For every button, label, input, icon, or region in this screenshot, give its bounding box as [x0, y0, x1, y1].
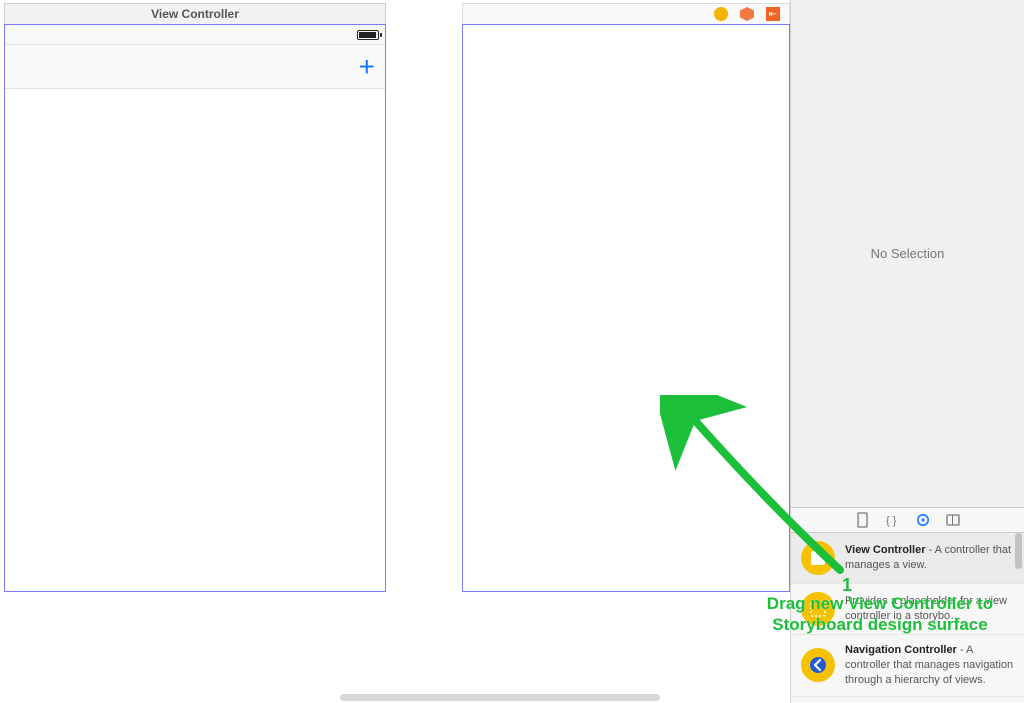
library-tab-bar: { } — [791, 507, 1024, 533]
annotation-text: Drag new View Controller to Storyboard d… — [730, 593, 1024, 636]
storyboard-canvas[interactable]: View Controller + ⇤ — [0, 0, 790, 703]
scene-header-icons[interactable]: ⇤ — [462, 3, 790, 24]
battery-icon — [357, 30, 379, 40]
navigation-controller-icon — [801, 648, 835, 682]
first-responder-icon[interactable] — [713, 6, 729, 22]
storyboard-exit-icon[interactable]: ⇤ — [765, 6, 781, 22]
scene-title: View Controller — [151, 7, 239, 21]
view-controller-scene-1[interactable]: + — [4, 24, 386, 592]
file-template-library-tab[interactable] — [855, 512, 871, 528]
inspector-empty-label: No Selection — [871, 246, 945, 261]
horizontal-scrollbar[interactable] — [340, 694, 660, 701]
status-bar — [5, 25, 385, 45]
library-item-text: View Controller - A controller that mana… — [845, 543, 1014, 573]
library-item-text: Navigation Controller - A controller tha… — [845, 643, 1014, 688]
library-item-title: View Controller — [845, 544, 925, 556]
object-library-tab[interactable] — [915, 512, 931, 528]
view-controller-icon — [801, 541, 835, 575]
inspector-area: No Selection — [791, 0, 1024, 507]
media-library-tab[interactable] — [945, 512, 961, 528]
view-controller-scene-2[interactable] — [462, 24, 790, 592]
library-scrollbar[interactable] — [1015, 533, 1022, 569]
svg-text:{ }: { } — [886, 515, 897, 527]
library-item-view-controller[interactable]: View Controller - A controller that mana… — [791, 533, 1024, 584]
add-bar-button[interactable]: + — [359, 53, 375, 81]
navigation-bar: + — [5, 45, 385, 89]
scene-title-bar[interactable]: View Controller — [4, 3, 386, 24]
library-item-navigation-controller[interactable]: Navigation Controller - A controller tha… — [791, 635, 1024, 697]
code-snippet-library-tab[interactable]: { } — [885, 512, 901, 528]
exit-icon[interactable] — [739, 6, 755, 22]
library-item-title: Navigation Controller — [845, 644, 957, 656]
